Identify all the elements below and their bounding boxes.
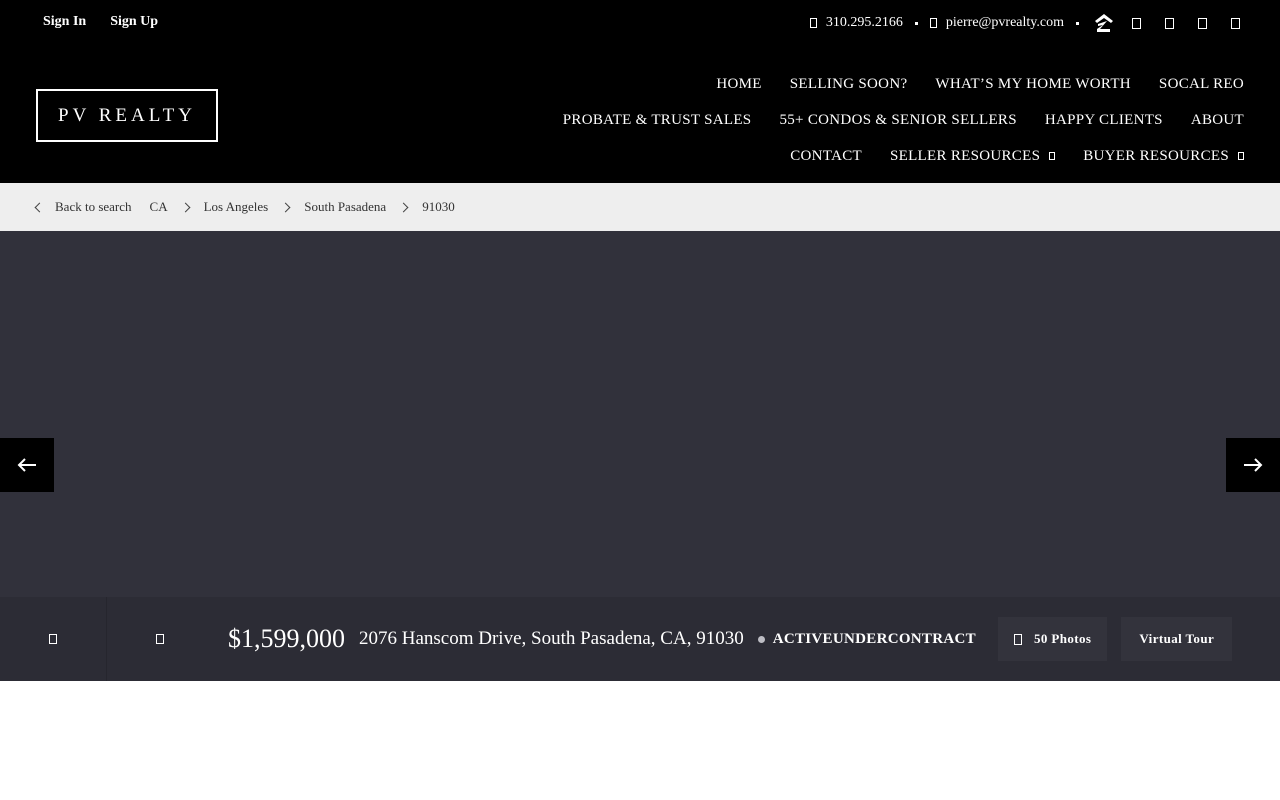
nav-happy-clients[interactable]: HAPPY CLIENTS <box>1045 112 1163 129</box>
virtual-tour-button[interactable]: Virtual Tour <box>1121 617 1233 661</box>
instagram-icon[interactable] <box>1165 17 1174 29</box>
auth-links: Sign In Sign Up <box>43 14 158 30</box>
site-logo[interactable]: PV REALTY <box>36 89 218 142</box>
site-header: Sign In Sign Up 310.295.2166 pierre@pvre… <box>0 0 1280 183</box>
nav-home-worth[interactable]: WHAT’S MY HOME WORTH <box>935 76 1131 93</box>
previous-photo-button[interactable] <box>0 438 54 492</box>
camera-icon <box>1013 633 1022 645</box>
chevron-right-icon <box>280 202 291 212</box>
facebook-icon[interactable] <box>1132 17 1141 29</box>
linkedin-icon[interactable] <box>1198 17 1207 29</box>
zillow-icon[interactable] <box>1094 13 1114 33</box>
logo-text: PV REALTY <box>58 104 196 126</box>
nav-home[interactable]: HOME <box>716 76 761 93</box>
dropdown-icon <box>1049 152 1056 161</box>
breadcrumb-item-zip: 91030 <box>422 199 455 214</box>
chevron-left-icon <box>34 202 45 212</box>
email-address: pierre@pvrealty.com <box>945 15 1064 30</box>
breadcrumb-item-city[interactable]: South Pasadena <box>304 199 386 215</box>
favorite-button[interactable] <box>0 597 106 681</box>
phone-link[interactable]: 310.295.2166 <box>809 15 903 31</box>
share-icon <box>155 634 164 644</box>
contact-bar: 310.295.2166 pierre@pvrealty.com <box>809 12 1240 34</box>
youtube-icon[interactable] <box>1231 17 1240 29</box>
photos-label: 50 Photos <box>1033 631 1092 646</box>
nav-about[interactable]: ABOUT <box>1191 112 1244 129</box>
breadcrumb: Back to search CA Los Angeles South Pasa… <box>0 183 1280 231</box>
chevron-right-icon <box>398 202 409 212</box>
listing-info-bar: $1,599,000 2076 Hanscom Drive, South Pas… <box>0 597 1280 681</box>
breadcrumb-item-county[interactable]: Los Angeles <box>204 199 269 215</box>
breadcrumb-item-state[interactable]: CA <box>150 199 168 215</box>
nav-row: CONTACT SELLER RESOURCES BUYER RESOURCES <box>524 138 1244 174</box>
sign-up-link[interactable]: Sign Up <box>110 14 158 30</box>
arrow-right-icon <box>1244 458 1263 472</box>
nav-label: SELLER RESOURCES <box>889 147 1041 164</box>
share-button[interactable] <box>106 597 212 681</box>
listing-address: 2076 Hanscom Drive, South Pasadena, CA, … <box>359 628 744 649</box>
envelope-icon <box>929 18 937 28</box>
back-label: Back to search <box>55 199 132 214</box>
next-photo-button[interactable] <box>1226 438 1280 492</box>
nav-seller-resources[interactable]: SELLER RESOURCES <box>889 147 1056 165</box>
nav-contact[interactable]: CONTACT <box>790 148 862 165</box>
dropdown-icon <box>1238 152 1244 161</box>
photo-gallery: $1,599,000 2076 Hanscom Drive, South Pas… <box>0 231 1280 681</box>
back-to-search-link[interactable]: Back to search <box>34 199 132 215</box>
phone-icon <box>809 18 817 28</box>
email-link[interactable]: pierre@pvrealty.com <box>929 15 1064 31</box>
nav-row: HOME SELLING SOON? WHAT’S MY HOME WORTH … <box>524 66 1244 102</box>
social-links <box>1132 17 1240 29</box>
nav-selling-soon[interactable]: SELLING SOON? <box>790 76 908 93</box>
nav-socal-reo[interactable]: SOCAL REO <box>1159 76 1244 93</box>
listing-price: $1,599,000 <box>228 624 345 653</box>
sign-in-link[interactable]: Sign In <box>43 14 86 30</box>
chevron-right-icon <box>180 202 191 212</box>
arrow-left-icon <box>17 458 36 472</box>
status-dot <box>757 635 765 643</box>
main-nav: HOME SELLING SOON? WHAT’S MY HOME WORTH … <box>524 66 1244 174</box>
nav-buyer-resources[interactable]: BUYER RESOURCES <box>1083 148 1244 165</box>
listing-status: ACTIVEUNDERCONTRACT <box>772 630 976 647</box>
virtual-tour-label: Virtual Tour <box>1139 631 1215 646</box>
nav-senior-sellers[interactable]: 55+ CONDOS & SENIOR SELLERS <box>779 112 1016 129</box>
separator <box>914 21 918 25</box>
nav-probate-trust[interactable]: PROBATE & TRUST SALES <box>563 112 752 129</box>
phone-number: 310.295.2166 <box>825 15 903 30</box>
favorite-icon <box>49 634 57 644</box>
nav-label: BUYER RESOURCES <box>1083 147 1229 164</box>
separator <box>1076 21 1079 25</box>
nav-row: PROBATE & TRUST SALES 55+ CONDOS & SENIO… <box>524 102 1244 138</box>
photos-button[interactable]: 50 Photos <box>997 617 1108 661</box>
